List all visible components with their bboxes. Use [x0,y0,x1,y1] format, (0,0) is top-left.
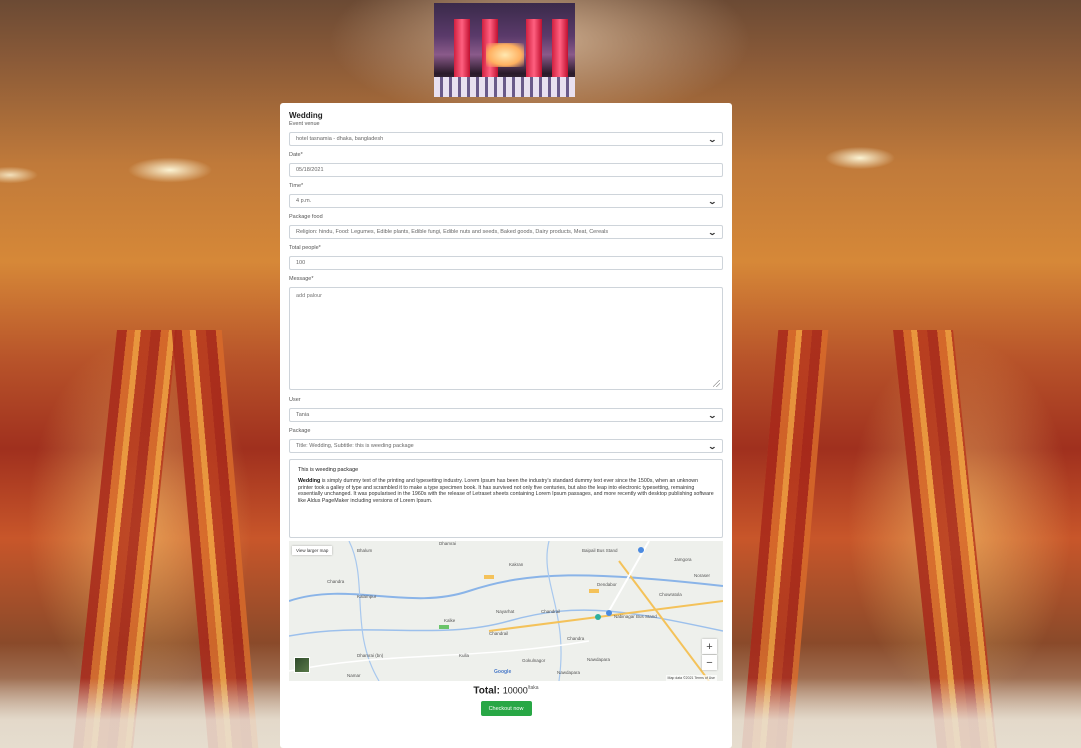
date-input[interactable]: 05/18/2021 [289,163,723,177]
user-label: User [289,397,301,403]
view-larger-map-link[interactable]: View larger map [292,546,333,555]
venue-label: Event venue [289,121,320,127]
total-label: Total: [473,685,500,697]
people-value: 100 [296,260,306,266]
time-label: Time* [289,183,304,189]
description-heading: This is weeding package [298,467,359,473]
map-place-label: Dhamrai [439,541,457,546]
checkout-button[interactable]: Checkout now [480,701,532,717]
chevron-down-icon: ⌄ [707,196,718,206]
map-place-label: Chandrail [489,631,509,636]
map-place-label: Chandra [327,579,345,584]
time-select[interactable]: 4 p.m. ⌄ [289,194,723,208]
food-label: Package food [289,214,323,220]
map-footer: Map data ©2021 Terms of Use [665,675,717,681]
location-map[interactable]: View larger map Bhalum Dhamrai Kakran Ba… [289,541,723,681]
description-bold: Wedding [298,478,321,484]
satellite-toggle-button[interactable] [294,657,310,673]
message-label: Message* [289,276,314,282]
map-place-label: Noraser [694,573,711,578]
map-place-label: Kulla [459,653,470,658]
package-label: Package [289,428,311,434]
chevron-down-icon: ⌄ [707,441,718,451]
map-place-label: Nabinagar Bus Stand [614,614,657,619]
map-place-label: Baipail Bus Stand [582,548,618,553]
booking-form: Wedding Event venue hotel tasnamia - dha… [280,103,732,748]
map-place-label: Dendabor [597,582,617,587]
date-value: 05/18/2021 [296,167,324,173]
resize-grip-icon[interactable] [713,380,720,387]
venue-value: hotel tasnamia - dhaka, bangladesh [296,136,384,142]
total-unit: /taka [527,685,539,691]
google-logo: Google [494,669,512,675]
map-place-label: Nawdapara [557,670,581,675]
description-text: is simply dummy text of the printing and… [298,478,714,504]
food-value: Religion: hindu, Food: Legumes, Edible p… [296,229,609,235]
date-label: Date* [289,152,303,158]
map-place-label: Kalampur [357,594,377,599]
description-body: Wedding is simply dummy text of the prin… [298,478,714,504]
map-place-label: Nawdapara [587,657,611,662]
food-select[interactable]: Religion: hindu, Food: Legumes, Edible p… [289,225,723,239]
map-place-label: Jamgora [674,557,692,562]
hero-image [434,3,575,97]
user-value: Tania [296,412,310,418]
people-input[interactable]: 100 [289,256,723,270]
map-place-label: Chandrail [541,609,561,614]
venue-select[interactable]: hotel tasnamia - dhaka, bangladesh ⌄ [289,132,723,146]
chevron-down-icon: ⌄ [707,227,718,237]
message-value: add palour [296,293,322,299]
map-place-label: Bhalum [357,548,373,553]
map-place-label: Gokulnagor [522,658,546,663]
map-place-label: Namar [347,673,361,678]
map-place-label: Nayarhat [496,609,515,614]
zoom-in-button[interactable]: + [702,639,717,654]
map-place-label: Dhamrai (bn) [357,653,384,658]
package-select[interactable]: Title: Wedding, Subtitle: this is weedin… [289,439,723,453]
message-textarea[interactable]: add palour [289,287,723,390]
total-amount: 10000 [502,685,528,696]
map-place-label: Kalke [444,618,456,623]
package-value: Title: Wedding, Subtitle: this is weedin… [296,443,414,449]
chevron-down-icon: ⌄ [707,410,718,420]
map-place-label: Kakran [509,562,524,567]
chevron-down-icon: ⌄ [707,134,718,144]
total-row: Total: 10000/taka [289,685,723,696]
map-place-label: Chandra [567,636,585,641]
time-value: 4 p.m. [296,198,312,204]
map-place-label: Chowratola [659,592,682,597]
people-label: Total people* [289,245,321,251]
package-description: This is weeding package Wedding is simpl… [289,459,723,538]
user-select[interactable]: Tania ⌄ [289,408,723,422]
form-title: Wedding [289,111,323,120]
zoom-out-button[interactable]: − [702,655,717,670]
